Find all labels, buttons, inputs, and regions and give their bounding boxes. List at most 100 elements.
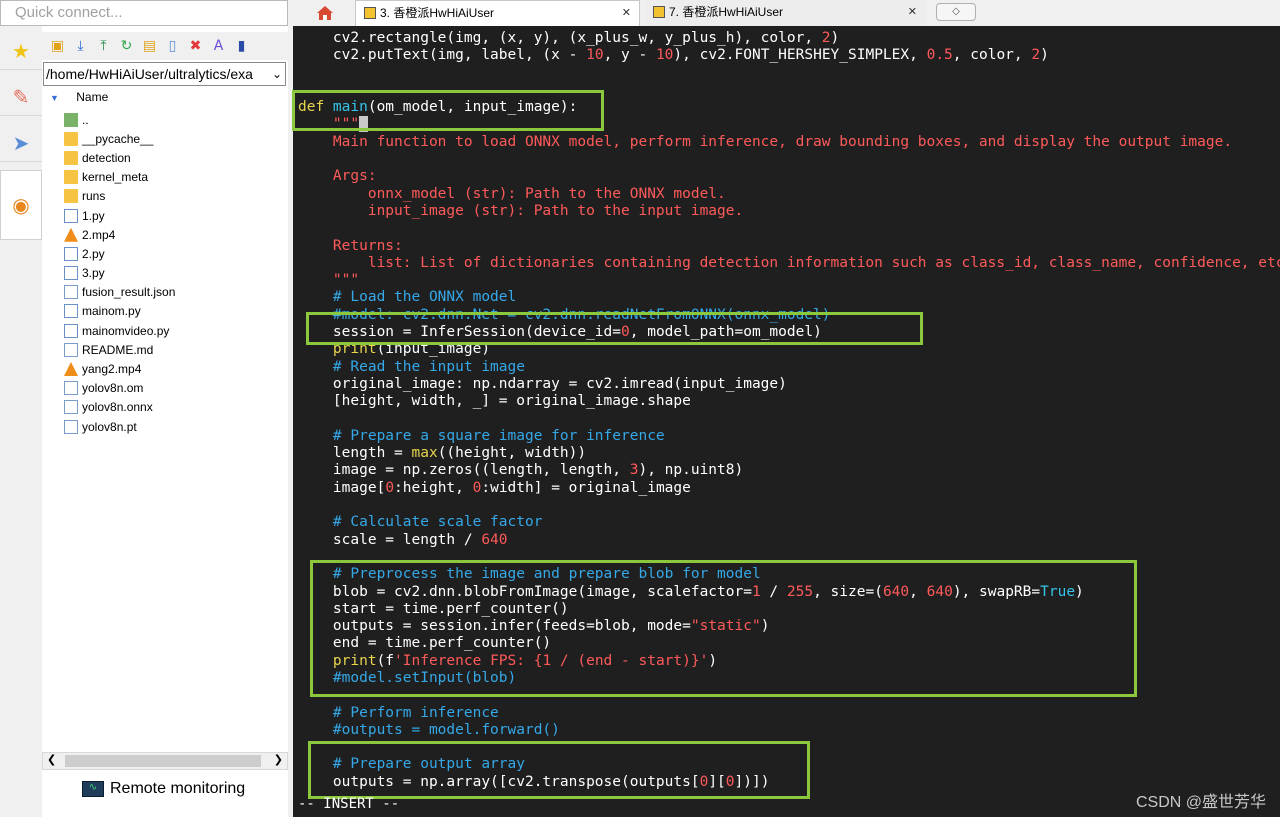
home-tab[interactable] bbox=[300, 0, 350, 26]
file-name: __pycache__ bbox=[82, 131, 154, 146]
upload-icon[interactable]: ⤒ bbox=[94, 37, 113, 56]
refresh-icon[interactable]: ↻ bbox=[117, 37, 136, 56]
rename-icon[interactable]: A bbox=[209, 37, 228, 56]
scroll-right-icon[interactable]: ❯ bbox=[274, 753, 283, 766]
code-line: list: List of dictionaries containing de… bbox=[298, 255, 1280, 272]
file-row[interactable]: README.md bbox=[64, 340, 175, 359]
code-line: Main function to load ONNX model, perfor… bbox=[298, 134, 1280, 151]
scroll-left-icon[interactable]: ❮ bbox=[47, 753, 56, 766]
close-tab-icon[interactable]: ✕ bbox=[622, 1, 631, 25]
chevron-down-icon[interactable]: ⌄ bbox=[272, 63, 282, 85]
quick-connect-input[interactable]: Quick connect... bbox=[0, 0, 288, 26]
download-icon[interactable]: ⤓ bbox=[71, 37, 90, 56]
code-line: image = np.zeros((length, length, 3), np… bbox=[298, 462, 1280, 479]
highlight-box-output-array bbox=[308, 741, 810, 799]
folder-icon bbox=[64, 189, 78, 204]
code-token: image[ bbox=[298, 479, 386, 496]
code-token: # Load the ONNX model bbox=[298, 289, 517, 306]
code-token: 0 bbox=[385, 479, 395, 496]
terminal-icon bbox=[364, 7, 376, 19]
python-file-icon bbox=[64, 323, 78, 338]
send-icon[interactable]: ➤ bbox=[0, 124, 42, 162]
code-line: Returns: bbox=[298, 238, 1280, 255]
folder-icon bbox=[64, 170, 78, 185]
python-file-icon bbox=[64, 266, 78, 281]
highlight-box-infer-session bbox=[306, 312, 923, 345]
code-line: length = max((height, width)) bbox=[298, 445, 1280, 462]
python-file-icon bbox=[64, 208, 78, 223]
file-row[interactable]: .. bbox=[64, 110, 175, 129]
code-line: [height, width, _] = original_image.shap… bbox=[298, 393, 1280, 410]
code-token: 0.5 bbox=[926, 47, 953, 64]
file-row[interactable]: yolov8n.om bbox=[64, 379, 175, 398]
sftp-globe-icon[interactable]: ◉ bbox=[0, 170, 42, 240]
code-line: cv2.putText(img, label, (x - 10, y - 10)… bbox=[298, 47, 1280, 64]
file-row[interactable]: 2.mp4 bbox=[64, 225, 175, 244]
code-token: image = np.zeros((length, length, bbox=[298, 462, 630, 479]
code-line: # Prepare a square image for inference bbox=[298, 428, 1280, 445]
python-file-icon bbox=[64, 304, 78, 319]
code-token: cv2.putText(img, label, (x - bbox=[298, 47, 587, 64]
file-name: yolov8n.pt bbox=[82, 419, 137, 434]
code-token: :height, bbox=[394, 479, 473, 496]
file-row[interactable]: mainomvideo.py bbox=[64, 321, 175, 340]
tab-session-3[interactable]: 3. 香橙派HwHiAiUser ✕ bbox=[355, 0, 640, 26]
file-icon bbox=[64, 400, 78, 415]
video-file-icon bbox=[64, 362, 78, 377]
close-tab-icon[interactable]: ✕ bbox=[908, 0, 917, 24]
video-file-icon bbox=[64, 227, 78, 242]
code-token: ), np.uint8) bbox=[638, 462, 744, 479]
terminal-editor[interactable]: cv2.rectangle(img, (x, y), (x_plus_w, y_… bbox=[293, 26, 1280, 817]
code-line: onnx_model (str): Path to the ONNX model… bbox=[298, 186, 1280, 203]
file-row[interactable]: mainom.py bbox=[64, 302, 175, 321]
new-tab-button[interactable]: ◇ bbox=[936, 3, 976, 21]
tools-icon[interactable]: ✎ bbox=[0, 78, 42, 116]
horizontal-scrollbar[interactable]: ❮ ❯ bbox=[42, 752, 288, 770]
code-token: # Perform inference bbox=[298, 704, 499, 721]
code-token: :width] = original_image bbox=[481, 479, 691, 496]
remote-monitoring-button[interactable]: ∿ Remote monitoring bbox=[82, 780, 245, 798]
open-folder-icon[interactable]: ▣ bbox=[48, 37, 67, 56]
file-row[interactable]: __pycache__ bbox=[64, 129, 175, 148]
file-row[interactable]: detection bbox=[64, 148, 175, 167]
tab-session-7[interactable]: 7. 香橙派HwHiAiUser ✕ bbox=[645, 0, 925, 26]
code-line: # Perform inference bbox=[298, 705, 1280, 722]
code-token: Args: bbox=[298, 168, 377, 185]
code-token: cv2.rectangle(img, (x, y), (x_plus_w, y_… bbox=[298, 30, 822, 46]
file-row[interactable]: yang2.mp4 bbox=[64, 359, 175, 378]
code-token: input_image (str): Path to the input ima… bbox=[298, 202, 744, 219]
scroll-thumb[interactable] bbox=[65, 755, 261, 767]
code-token: """ bbox=[298, 272, 360, 289]
column-label: Name bbox=[76, 90, 109, 104]
file-toolbar: ▣ ⤓ ⤒ ↻ ▤ ▯ ✖ A ▮ bbox=[42, 32, 288, 60]
file-name: yolov8n.onnx bbox=[82, 400, 153, 415]
file-row[interactable]: fusion_result.json bbox=[64, 283, 175, 302]
file-row[interactable]: 3.py bbox=[64, 264, 175, 283]
file-row[interactable]: kernel_meta bbox=[64, 168, 175, 187]
folder-icon bbox=[64, 131, 78, 146]
delete-icon[interactable]: ✖ bbox=[186, 37, 205, 56]
path-field[interactable]: /home/HwHiAiUser/ultralytics/exa ⌄ bbox=[43, 62, 286, 86]
name-column-header[interactable]: ▼ Name bbox=[50, 90, 108, 104]
star-icon[interactable]: ★ bbox=[0, 32, 42, 70]
code-token: Main function to load ONNX model, perfor… bbox=[298, 133, 1233, 150]
new-folder-icon[interactable]: ▤ bbox=[140, 37, 159, 56]
file-row[interactable]: runs bbox=[64, 187, 175, 206]
file-row[interactable]: yolov8n.onnx bbox=[64, 398, 175, 417]
new-file-icon[interactable]: ▯ bbox=[163, 37, 182, 56]
highlight-box-preprocess bbox=[310, 560, 1137, 697]
code-token: length = bbox=[298, 445, 412, 462]
file-row[interactable]: yolov8n.pt bbox=[64, 417, 175, 436]
code-token: 10 bbox=[586, 47, 604, 64]
properties-icon[interactable]: ▮ bbox=[232, 37, 251, 56]
code-line: Args: bbox=[298, 168, 1280, 185]
file-name: 2.py bbox=[82, 246, 105, 261]
code-token: #outputs = model.forward() bbox=[298, 721, 560, 738]
file-row[interactable]: 2.py bbox=[64, 244, 175, 263]
file-row[interactable]: 1.py bbox=[64, 206, 175, 225]
code-line: #outputs = model.forward() bbox=[298, 722, 1280, 739]
file-name: kernel_meta bbox=[82, 170, 149, 185]
